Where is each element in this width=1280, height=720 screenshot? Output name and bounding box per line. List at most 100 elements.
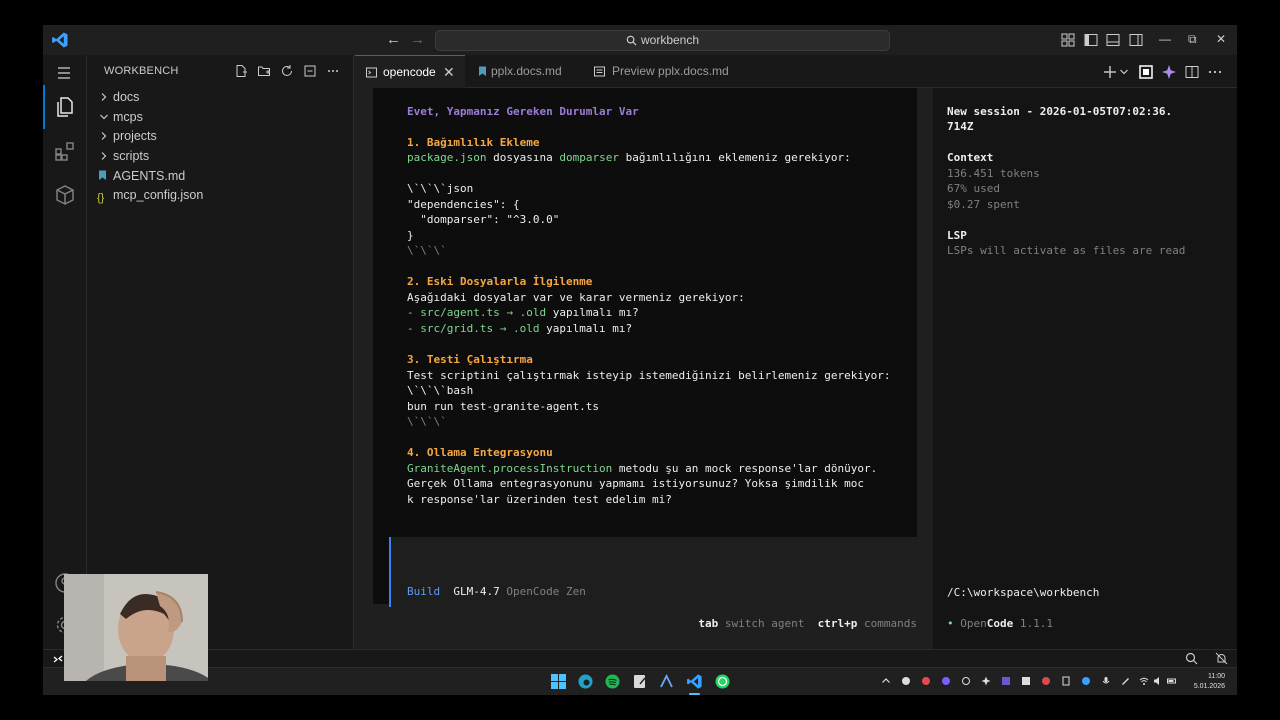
tray-app-icon[interactable] <box>1001 676 1011 686</box>
windows-taskbar: 11:00 5.01.2026 <box>43 667 1237 695</box>
zoom-icon[interactable] <box>1185 652 1198 665</box>
tab-label: opencode <box>383 65 436 79</box>
new-terminal-plus-icon[interactable] <box>1102 64 1118 80</box>
toggle-primary-sidebar-icon[interactable] <box>1083 32 1099 48</box>
more-actions-icon[interactable] <box>326 64 340 78</box>
copilot-star-icon[interactable] <box>1161 64 1177 80</box>
clock-date: 5.01.2026 <box>1193 683 1225 690</box>
vscode-taskbar-icon[interactable] <box>686 673 703 690</box>
opencode-terminal[interactable]: Evet, Yapmanız Gereken Durumlar Var 1. B… <box>373 88 919 607</box>
notepad-icon[interactable] <box>631 673 648 690</box>
volume-icon[interactable] <box>1153 676 1163 686</box>
keyboard-hints: tab switch agent ctrl+p commands <box>698 617 917 630</box>
tree-folder-scripts[interactable]: scripts <box>87 146 354 166</box>
status-strip <box>43 649 1237 667</box>
chevron-right-icon <box>101 93 107 101</box>
extensions-icon[interactable] <box>53 139 77 163</box>
pen-icon[interactable] <box>1121 676 1131 686</box>
tree-folder-docs[interactable]: docs <box>87 87 354 107</box>
tab-pplx-docs-md[interactable]: pplx.docs.md <box>465 55 583 88</box>
forward-arrow-icon[interactable]: → <box>410 31 425 49</box>
refresh-icon[interactable] <box>280 64 294 78</box>
tree-file-mcp-config-json[interactable]: {} mcp_config.json <box>87 185 354 205</box>
tree-item-label: mcp_config.json <box>113 188 204 202</box>
code-fence: \`\`\`bash <box>407 384 474 397</box>
list-item: - src/grid.ts → .old yapılmalı mı? <box>407 322 633 335</box>
windows-start-icon[interactable] <box>550 673 567 690</box>
system-clock[interactable]: 11:00 5.01.2026 <box>1194 672 1225 692</box>
active-indicator <box>43 85 45 129</box>
edge-browser-icon[interactable] <box>577 673 594 690</box>
microphone-icon[interactable] <box>1101 676 1111 686</box>
json-file-icon: {} <box>97 192 105 204</box>
explorer-icon[interactable] <box>53 95 77 119</box>
text-line: Aşağıdaki dosyalar var ve karar vermeniz… <box>407 291 745 304</box>
show-hidden-icons-chevron-icon[interactable] <box>881 676 891 686</box>
text-line: Gerçek Ollama entegrasyonunu yapmamı ist… <box>407 477 864 490</box>
code-fence: \`\`\`json <box>407 182 474 195</box>
tray-app-icon[interactable] <box>961 676 971 686</box>
wifi-icon[interactable] <box>1139 676 1149 686</box>
whatsapp-icon[interactable] <box>714 673 731 690</box>
title-bar: ← → workbench — ⧉ ✕ <box>43 25 1237 55</box>
lsp-status: LSPs will activate as files are read <box>947 244 1186 257</box>
tab-label: Preview pplx.docs.md <box>612 64 729 78</box>
markdown-file-icon <box>99 170 106 180</box>
tree-folder-projects[interactable]: projects <box>87 126 354 146</box>
agent-mode: Build <box>407 585 441 598</box>
tray-app-icon[interactable] <box>941 676 951 686</box>
context-used: 67% used <box>947 182 1000 195</box>
restore-button[interactable]: ⧉ <box>1188 31 1197 47</box>
tab-opencode[interactable]: opencode ✕ <box>355 55 465 88</box>
spotify-icon[interactable] <box>604 673 621 690</box>
editor-area: Evet, Yapmanız Gereken Durumlar Var 1. B… <box>355 88 1237 649</box>
toggle-secondary-sidebar-icon[interactable] <box>1128 32 1144 48</box>
split-editor-icon[interactable] <box>1184 64 1200 80</box>
cost-spent: $0.27 spent <box>947 198 1020 211</box>
app-a-icon[interactable] <box>658 673 675 690</box>
command-center-search[interactable]: workbench <box>435 30 890 51</box>
tray-app-icon[interactable] <box>1061 676 1071 686</box>
screen: ← → workbench — ⧉ ✕ WORKBENCH docs mcps … <box>43 25 1237 695</box>
package-icon[interactable] <box>53 183 77 207</box>
vscode-logo-icon <box>52 32 68 48</box>
opencode-version: • OpenCode 1.1.1 <box>947 617 1053 630</box>
close-tab-icon[interactable]: ✕ <box>443 56 455 89</box>
tray-app-icon[interactable] <box>1041 676 1051 686</box>
minimize-button[interactable]: — <box>1159 31 1171 47</box>
toggle-panel-icon[interactable] <box>1105 32 1121 48</box>
close-window-button[interactable]: ✕ <box>1216 31 1226 47</box>
notifications-off-icon[interactable] <box>1215 652 1228 665</box>
tray-app-icon[interactable] <box>921 676 931 686</box>
collapse-all-icon[interactable] <box>303 64 317 78</box>
tray-app-icon[interactable] <box>981 676 991 686</box>
back-arrow-icon[interactable]: ← <box>386 31 401 49</box>
list-item: - src/agent.ts → .old yapılmalı mı? <box>407 306 639 319</box>
chevron-down-icon[interactable] <box>1119 67 1129 77</box>
search-text: workbench <box>640 33 700 47</box>
tray-app-icon[interactable] <box>901 676 911 686</box>
active-app-indicator <box>689 693 700 695</box>
preview-icon <box>594 66 605 77</box>
prompt-input[interactable]: Build GLM-4.7 OpenCode Zen <box>389 537 919 607</box>
tray-app-icon[interactable] <box>1021 676 1031 686</box>
customize-layout-icon[interactable] <box>1060 32 1076 48</box>
maximize-square-icon[interactable] <box>1138 64 1154 80</box>
tree-item-label: scripts <box>113 149 150 163</box>
section-title: 1. Bağımlılık Ekleme <box>407 136 540 149</box>
menu-icon[interactable] <box>55 64 73 82</box>
terminal-hints: tab switch agent ctrl+p commands <box>355 612 917 636</box>
remote-icon[interactable] <box>52 653 64 665</box>
tree-file-agents-md[interactable]: AGENTS.md <box>87 166 354 186</box>
battery-icon[interactable] <box>1167 676 1177 686</box>
provider-name: OpenCode Zen <box>506 585 586 598</box>
tab-preview-pplx-docs-md[interactable]: Preview pplx.docs.md <box>583 55 753 88</box>
new-file-icon[interactable] <box>234 64 248 78</box>
code-line: "dependencies": { <box>407 198 520 211</box>
explorer-title: WORKBENCH <box>104 65 179 77</box>
more-actions-icon[interactable] <box>1207 64 1223 80</box>
chevron-right-icon <box>101 152 107 160</box>
tray-app-icon[interactable] <box>1081 676 1091 686</box>
tree-folder-mcps[interactable]: mcps <box>87 107 354 127</box>
new-folder-icon[interactable] <box>257 64 271 78</box>
